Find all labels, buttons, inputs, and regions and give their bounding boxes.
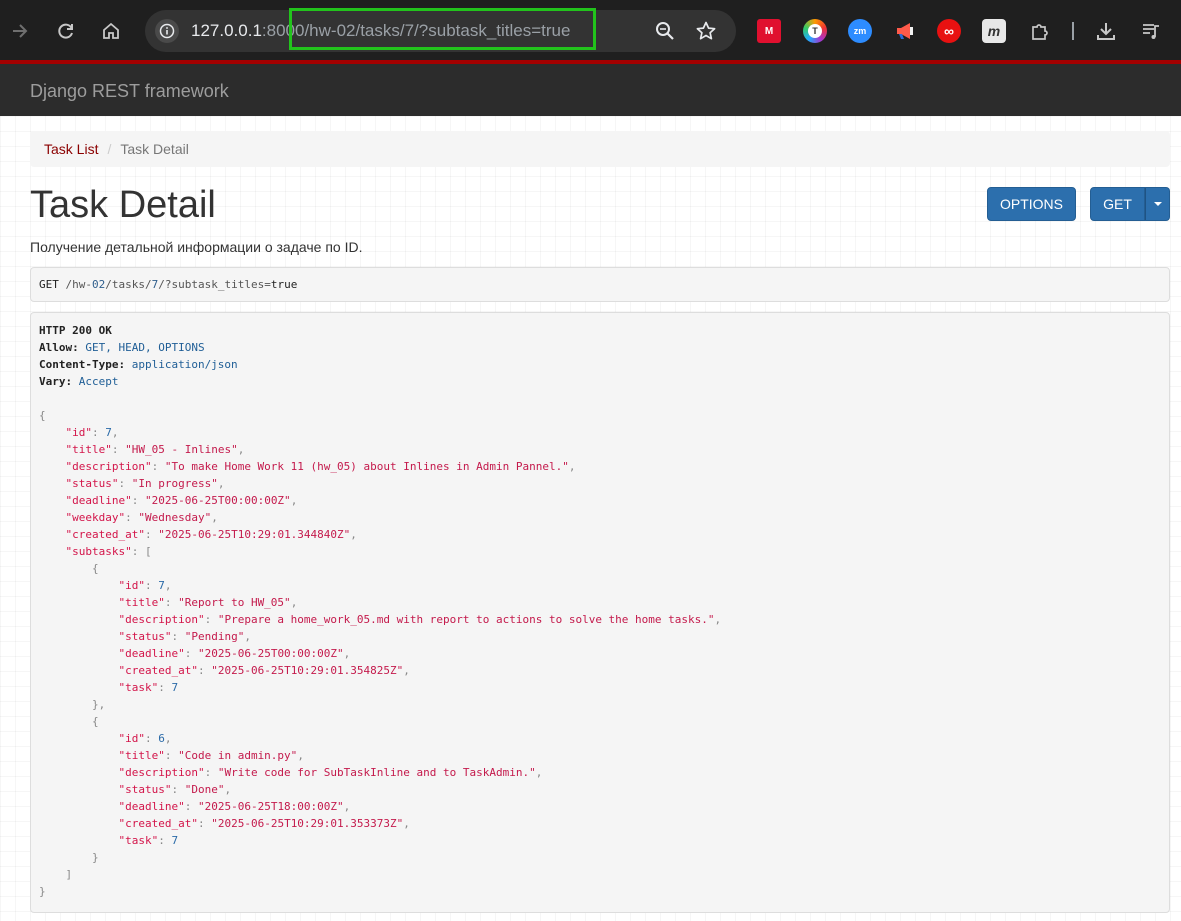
- media-playlist-icon[interactable]: [1139, 19, 1163, 43]
- json-line: },: [39, 698, 106, 711]
- translator-extension-icon[interactable]: T: [803, 19, 827, 43]
- caret-down-icon: [1153, 202, 1162, 206]
- json-line: "title": "Report to HW_05",: [118, 596, 298, 609]
- browser-toolbar: 127.0.0.1:8000/hw-02/tasks/7/?subtask_ti…: [0, 0, 1181, 62]
- url-host: 127.0.0.1: [191, 21, 262, 40]
- request-info: GET /hw-02/tasks/7/?subtask_titles=true: [30, 267, 1170, 302]
- breadcrumb-task-detail: Task Detail: [120, 141, 189, 157]
- json-line: "description": "Write code for SubTaskIn…: [118, 766, 543, 779]
- json-line: "created_at": "2025-06-25T10:29:01.35337…: [118, 817, 410, 830]
- forward-button[interactable]: [2, 13, 38, 49]
- options-button[interactable]: OPTIONS: [987, 187, 1076, 221]
- json-line: "description": "To make Home Work 11 (hw…: [65, 460, 576, 473]
- get-format-dropdown-toggle[interactable]: [1145, 187, 1170, 221]
- drf-navbar: Django REST framework: [0, 64, 1181, 116]
- response-header: Allow: GET, HEAD, OPTIONS: [39, 341, 205, 354]
- site-info-icon[interactable]: [155, 19, 179, 43]
- json-line: "title": "HW_05 - Inlines",: [65, 443, 245, 456]
- json-line: "created_at": "2025-06-25T10:29:01.35482…: [118, 664, 410, 677]
- json-line: "id": 7,: [65, 426, 119, 439]
- zoom-icon[interactable]: [654, 20, 676, 42]
- home-button[interactable]: [93, 13, 129, 49]
- download-icon[interactable]: [1094, 19, 1118, 43]
- megaphone-extension-icon[interactable]: [893, 19, 917, 43]
- toolbar-separator: [1072, 22, 1074, 40]
- m-extension-icon[interactable]: m: [982, 19, 1006, 43]
- json-line: "deadline": "2025-06-25T18:00:00Z",: [118, 800, 351, 813]
- request-method: GET: [39, 278, 59, 291]
- json-line: ]: [39, 868, 73, 881]
- endpoint-description: Получение детальной информации о задаче …: [30, 239, 363, 255]
- json-line: }: [39, 851, 99, 864]
- response-info: HTTP 200 OK Allow: GET, HEAD, OPTIONS Co…: [30, 312, 1170, 913]
- mendeley-extension-icon[interactable]: M: [757, 19, 781, 43]
- json-line: "id": 7,: [118, 579, 172, 592]
- json-line: "subtasks": [: [65, 545, 152, 558]
- url-highlight-box: [289, 8, 596, 50]
- reload-button[interactable]: [48, 13, 84, 49]
- json-line: "deadline": "2025-06-25T00:00:00Z",: [118, 647, 351, 660]
- page-title: Task Detail: [30, 184, 216, 226]
- breadcrumb: Task List / Task Detail: [30, 131, 1170, 167]
- json-line: "id": 6,: [118, 732, 172, 745]
- home-icon: [103, 22, 119, 39]
- bookmark-star-icon[interactable]: [695, 20, 717, 42]
- extensions-puzzle-icon[interactable]: [1028, 19, 1052, 43]
- breadcrumb-task-list-link[interactable]: Task List: [44, 141, 98, 157]
- get-button[interactable]: GET: [1090, 187, 1145, 221]
- json-line: "status": "Done",: [118, 783, 232, 796]
- json-line: "status": "Pending",: [118, 630, 251, 643]
- json-line: "status": "In progress",: [65, 477, 225, 490]
- json-line: {: [39, 562, 99, 575]
- response-header: Content-Type: application/json: [39, 358, 238, 371]
- json-line: "deadline": "2025-06-25T00:00:00Z",: [65, 494, 298, 507]
- request-path: /hw-02/tasks/7/?subtask_titles=true: [65, 278, 298, 291]
- infinity-extension-icon[interactable]: ∞: [937, 19, 961, 43]
- breadcrumb-separator: /: [107, 141, 112, 157]
- json-line: "description": "Prepare a home_work_05.m…: [118, 613, 722, 626]
- json-line: "weekday": "Wednesday",: [65, 511, 218, 524]
- json-open-brace: {: [39, 409, 46, 422]
- json-line: {: [39, 715, 99, 728]
- json-close-brace: }: [39, 885, 46, 898]
- zoom-extension-icon[interactable]: zm: [848, 19, 872, 43]
- response-status-line: HTTP 200 OK: [39, 324, 112, 337]
- json-line: "task": 7: [118, 681, 179, 694]
- json-line: "created_at": "2025-06-25T10:29:01.34484…: [65, 528, 357, 541]
- json-line: "task": 7: [118, 834, 179, 847]
- json-line: "title": "Code in admin.py",: [118, 749, 304, 762]
- navbar-brand[interactable]: Django REST framework: [30, 81, 229, 102]
- arrow-right-icon: [13, 24, 28, 38]
- response-header: Vary: Accept: [39, 375, 119, 388]
- reload-icon: [58, 23, 73, 39]
